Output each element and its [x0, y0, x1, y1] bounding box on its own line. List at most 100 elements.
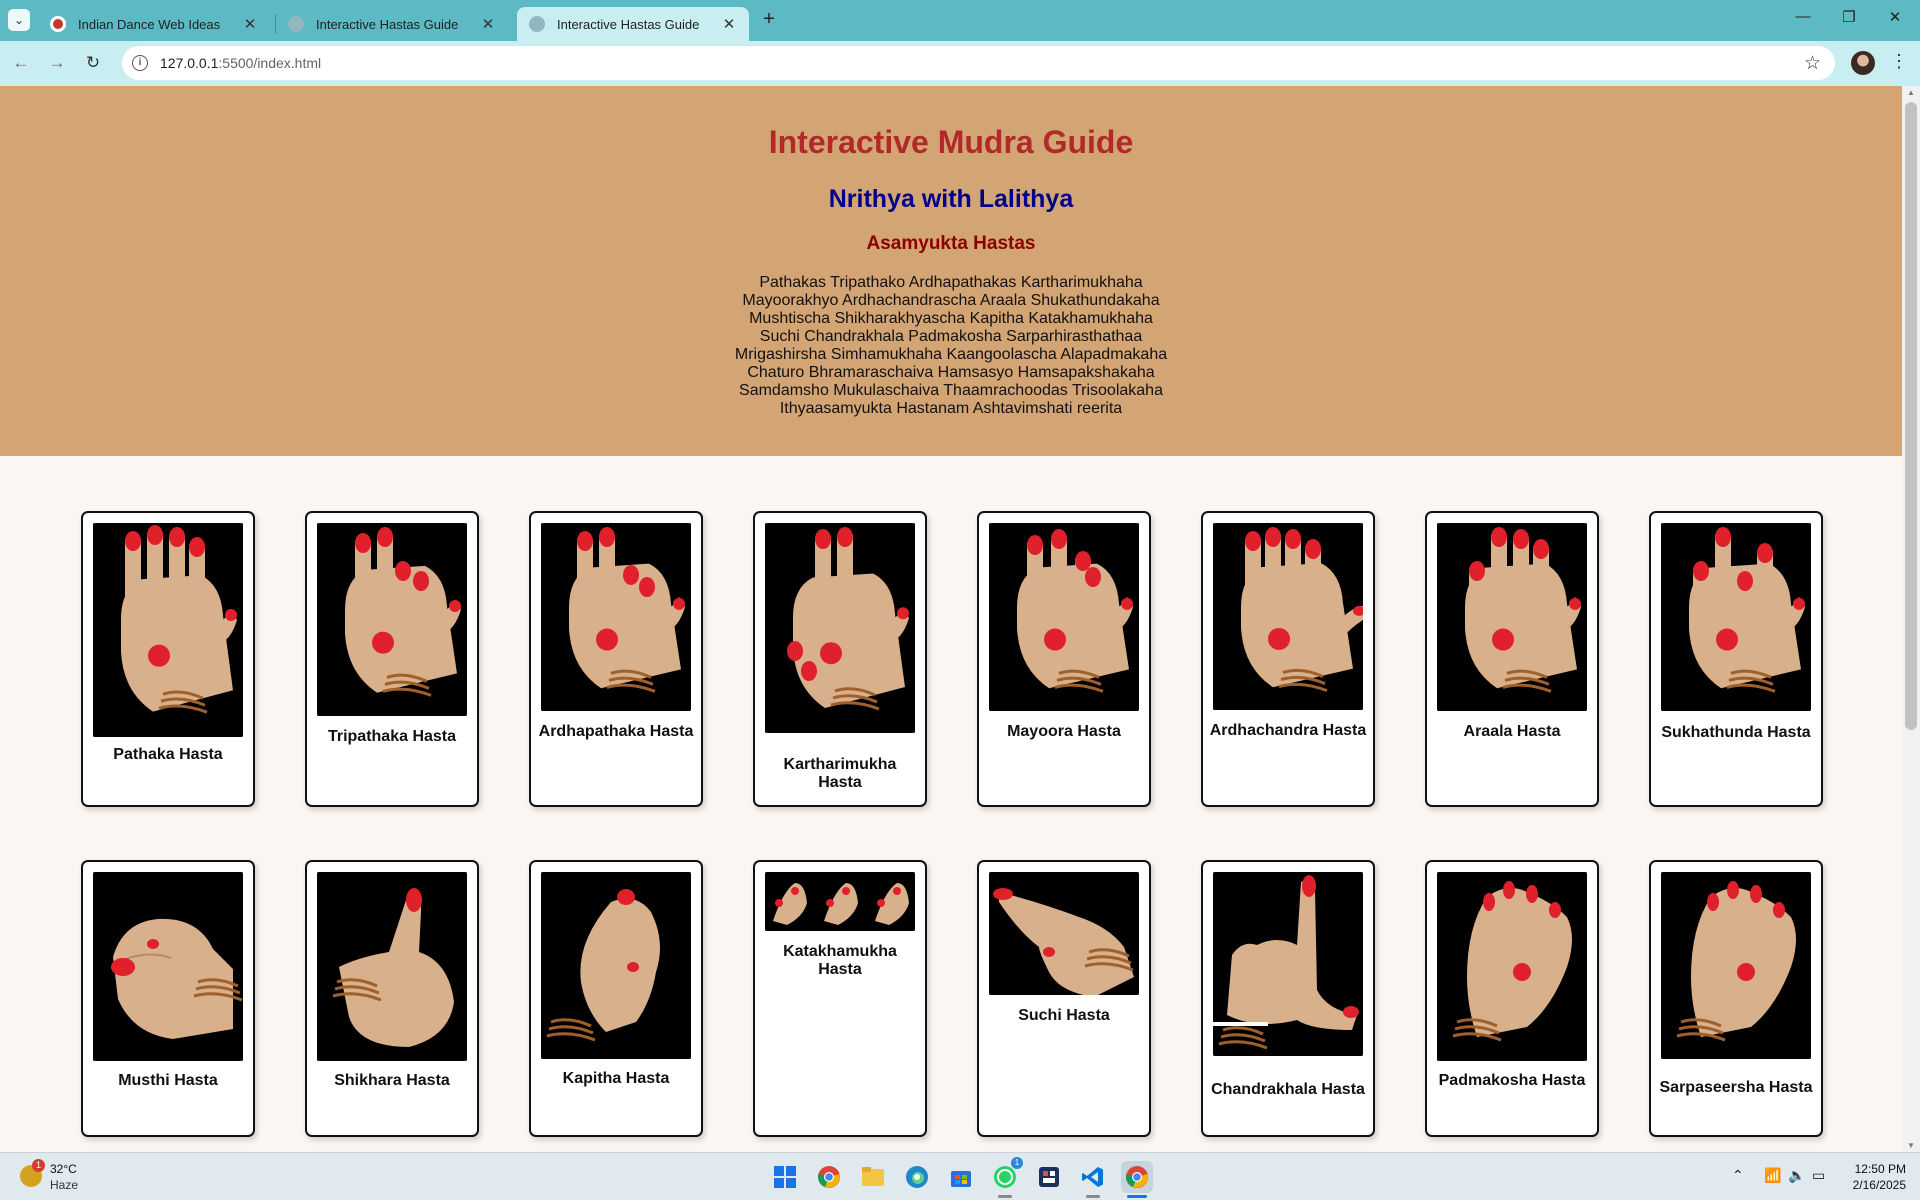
mudra-card[interactable]: Tripathaka Hasta [305, 511, 479, 807]
close-tab-icon[interactable]: ✕ [721, 15, 737, 33]
mudra-card-label: Ardhachandra Hasta [1209, 722, 1367, 739]
mudra-card[interactable]: Shikhara Hasta [305, 860, 479, 1137]
mudra-card[interactable]: Sukhathunda Hasta [1649, 511, 1823, 807]
pointing-hand-icon [989, 872, 1139, 995]
mudra-card[interactable]: Kapitha Hasta [529, 860, 703, 1137]
notification-badge: 1 [1011, 1157, 1023, 1169]
close-tab-icon[interactable]: ✕ [480, 15, 496, 33]
snipping-tool-icon[interactable] [1033, 1161, 1065, 1193]
mudra-card-label: Tripathaka Hasta [327, 728, 457, 745]
site-info-icon[interactable]: i [132, 55, 148, 71]
shloka-line: Samdamsho Mukulaschaiva Thaamrachoodas T… [739, 382, 1163, 399]
scroll-down-icon[interactable]: ▼ [1902, 1141, 1920, 1150]
new-tab-button[interactable]: + [758, 8, 780, 30]
tab-hastas-guide-active[interactable]: Interactive Hastas Guide ✕ [517, 7, 749, 41]
menu-kebab-icon[interactable]: ⋮ [1890, 51, 1908, 72]
chrome-profile-icon[interactable] [1121, 1161, 1153, 1193]
thumbs-up-icon [317, 872, 467, 1061]
edge-icon[interactable] [901, 1161, 933, 1193]
mudra-card-label: Kartharimukha Hasta [783, 756, 897, 791]
mudra-card-label: Sarpaseersha Hasta [1659, 1079, 1813, 1096]
battery-icon[interactable]: ▭ [1812, 1167, 1825, 1184]
close-window-icon[interactable]: ✕ [1880, 8, 1910, 32]
close-tab-icon[interactable]: ✕ [242, 15, 258, 33]
whatsapp-icon[interactable]: 1 [989, 1157, 1023, 1193]
running-indicator [998, 1195, 1012, 1198]
tab-search-button[interactable]: ⌄ [8, 9, 30, 31]
mudra-card[interactable]: Chandrakhala Hasta [1201, 860, 1375, 1137]
running-indicator [1086, 1195, 1100, 1198]
weather-temp[interactable]: 32°C [50, 1162, 77, 1176]
scroll-up-icon[interactable]: ▲ [1902, 88, 1920, 97]
browser-tab-bar: ⌄ Indian Dance Web Ideas ✕ Interactive H… [0, 0, 1920, 41]
mudra-card-label: Kapitha Hasta [562, 1070, 670, 1087]
mudra-card[interactable]: Padmakosha Hasta [1425, 860, 1599, 1137]
profile-avatar[interactable] [1851, 51, 1875, 75]
mudra-card-label: Katakhamukha Hasta [783, 943, 897, 978]
mudra-card-label: Sukhathunda Hasta [1661, 724, 1811, 741]
mudra-card-label: Suchi Hasta [1018, 1007, 1110, 1024]
mudra-card-label: Shikhara Hasta [334, 1072, 450, 1089]
mudra-card[interactable]: Suchi Hasta [977, 860, 1151, 1137]
page-scrollbar[interactable]: ▲ ▼ [1902, 86, 1920, 1152]
mudra-card[interactable]: Mayoora Hasta [977, 511, 1151, 807]
browser-toolbar: ← → ↻ i 127.0.0.1:5500/index.html ☆ ⋮ [0, 41, 1920, 86]
mudra-card-label: Mayoora Hasta [1007, 723, 1121, 740]
hand-thumb-extended-icon [1213, 523, 1363, 710]
back-icon[interactable]: ← [8, 50, 34, 76]
url-path: :5500/index.html [218, 55, 322, 71]
chrome-icon[interactable] [813, 1161, 845, 1193]
url-text[interactable]: 127.0.0.1:5500/index.html [160, 55, 321, 71]
shloka-line: Suchi Chandrakhala Padmakosha Sarparhira… [759, 328, 1143, 345]
windows-taskbar: 1 32°C Haze 1 ⌃ 📶 🔈 ▭ 12:50 PM 2/16/2025 [0, 1152, 1920, 1200]
mudra-card[interactable]: Araala Hasta [1425, 511, 1599, 807]
favicon-icon [529, 16, 545, 32]
favicon-icon [288, 16, 304, 32]
mudra-card[interactable]: Kartharimukha Hasta [753, 511, 927, 807]
bookmark-star-icon[interactable]: ☆ [1804, 52, 1821, 75]
page-header: Interactive Mudra Guide Nrithya with Lal… [0, 86, 1902, 456]
reload-icon[interactable]: ↻ [80, 50, 106, 76]
hand-ring-finger-bent-icon [317, 523, 467, 716]
volume-icon[interactable]: 🔈 [1788, 1167, 1805, 1184]
address-bar[interactable]: i 127.0.0.1:5500/index.html ☆ [122, 46, 1835, 80]
mudra-card-label: Chandrakhala Hasta [1211, 1081, 1365, 1098]
minimize-icon[interactable]: — [1788, 8, 1818, 32]
forward-icon[interactable]: → [44, 50, 70, 76]
mudra-card-label: Pathaka Hasta [113, 746, 223, 763]
open-palm-icon [93, 523, 243, 737]
tab-title: Interactive Hastas Guide [557, 16, 700, 32]
shloka-line: Mayoorakhyo Ardhachandrascha Araala Shuk… [742, 292, 1160, 309]
mudra-card[interactable]: Ardhachandra Hasta [1201, 511, 1375, 807]
shloka-line: Ithyaasamyukta Hastanam Ashtavimshati re… [779, 400, 1123, 417]
mudra-card[interactable]: Pathaka Hasta [81, 511, 255, 807]
weather-badge: 1 [32, 1159, 45, 1172]
hand-two-fingers-bent-icon [541, 523, 691, 711]
mudra-card[interactable]: Katakhamukha Hasta [753, 860, 927, 1137]
mudra-card[interactable]: Musthi Hasta [81, 860, 255, 1137]
weather-desc[interactable]: Haze [50, 1178, 78, 1192]
tab-hastas-guide-1[interactable]: Interactive Hastas Guide ✕ [276, 7, 508, 41]
system-clock[interactable]: 12:50 PM 2/16/2025 [1840, 1161, 1906, 1193]
page-viewport: Interactive Mudra Guide Nrithya with Lal… [0, 86, 1902, 1152]
shloka-line: Chaturo Bhramaraschaiva Hamsasyo Hamsapa… [747, 364, 1155, 381]
mudra-card[interactable]: Ardhapathaka Hasta [529, 511, 703, 807]
mudra-card-label: Musthi Hasta [118, 1072, 218, 1089]
scrollbar-thumb[interactable] [1905, 102, 1917, 730]
hand-scissors-icon [765, 523, 915, 733]
hand-crescent-icon [1213, 872, 1363, 1056]
show-hidden-icons-icon[interactable]: ⌃ [1732, 1167, 1744, 1184]
vscode-icon[interactable] [1077, 1161, 1109, 1193]
start-icon[interactable] [769, 1161, 801, 1193]
mudra-card[interactable]: Sarpaseersha Hasta [1649, 860, 1823, 1137]
restore-icon[interactable]: ❐ [1834, 8, 1864, 32]
section-heading: Asamyukta Hastas [866, 233, 1036, 254]
shloka-line: Pathakas Tripathako Ardhapathakas Kartha… [759, 274, 1143, 291]
shloka-line: Mrigashirsha Simhamukhaha Kaangoolascha … [734, 346, 1168, 363]
file-explorer-icon[interactable] [857, 1161, 889, 1193]
favicon-icon [50, 16, 66, 32]
page-title: Interactive Mudra Guide [768, 124, 1134, 160]
tab-indian-dance[interactable]: Indian Dance Web Ideas ✕ [38, 7, 270, 41]
wifi-icon[interactable]: 📶 [1764, 1167, 1781, 1184]
store-icon[interactable] [945, 1161, 977, 1193]
